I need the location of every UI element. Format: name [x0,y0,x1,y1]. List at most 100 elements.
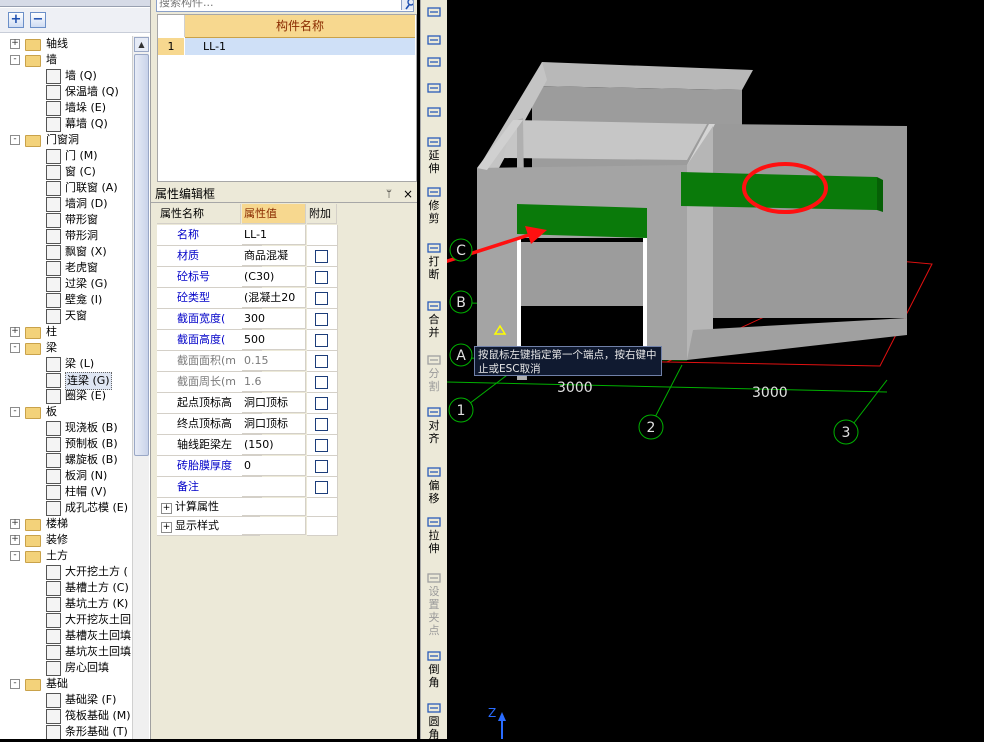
toolbar-button-label: 偏移 [428,479,440,505]
expand-icon[interactable]: + [161,503,172,514]
property-value[interactable]: (混凝土20 [242,288,306,308]
property-value[interactable]: 1.6 [242,372,306,392]
collapse-icon[interactable]: - [10,343,20,353]
property-value[interactable]: 0.15 [242,351,306,371]
extra-checkbox[interactable] [315,481,328,494]
expand-icon[interactable]: + [161,522,172,533]
property-row[interactable]: 截面面积(m 0.15 [157,351,338,372]
expand-icon[interactable]: + [10,327,20,337]
extra-checkbox[interactable] [315,439,328,452]
axis-bubble-c[interactable]: C [449,238,473,262]
toolbar-button-move[interactable] [423,82,445,95]
toolbar-button-label: 倒角 [428,663,440,689]
component-tree-panel: + − + 轴线 - 墙墙 (Q) 保温墙 (Q) 墙垛 (E) 幕墙 (Q) - 门窗洞门 (… [0,0,151,739]
toolbar-button-merge[interactable]: 合并 [423,300,445,339]
property-value[interactable]: 商品混凝 [242,246,306,266]
collapse-icon[interactable]: - [10,551,20,561]
toolbar-button-chamfer[interactable]: 倒角 [423,650,445,689]
property-value[interactable]: 洞口顶标 [242,393,306,413]
axis-bubble-b[interactable]: B [449,290,473,314]
axis-bubble-1[interactable]: 1 [448,397,474,423]
axis-bubble-2[interactable]: 2 [638,414,664,440]
toolbar-button-fillet[interactable]: 圆角 [423,702,445,741]
collapse-icon[interactable]: - [10,407,20,417]
extra-checkbox[interactable] [315,376,328,389]
property-row[interactable]: 截面宽度(300 [157,309,338,330]
connecting-beam-right[interactable] [681,172,877,210]
toolbar-button-mirror[interactable] [423,56,445,69]
property-value[interactable]: (150) [242,435,306,455]
tree-scrollbar[interactable]: ▲ [132,36,149,739]
toolbar-button-align[interactable]: 对齐 [423,406,445,445]
component-type-icon [46,485,61,500]
extra-checkbox[interactable] [315,334,328,347]
property-value[interactable]: 0 [242,456,306,476]
tree-item-label: 装修 [46,533,68,546]
expand-icon[interactable]: + [10,535,20,545]
tree-item-label: 老虎窗 [65,261,98,274]
property-row[interactable]: 砼类型 (混凝土20 [157,288,338,309]
toolbar-button-stretch[interactable]: 拉伸 [423,516,445,555]
property-row[interactable]: 终点顶标高 洞口顶标 [157,414,338,435]
extra-checkbox[interactable] [315,313,328,326]
property-row[interactable]: 截面高度(500 [157,330,338,351]
extra-checkbox[interactable] [315,418,328,431]
property-row[interactable]: 起点顶标高 洞口顶标 [157,393,338,414]
add-button[interactable]: + [8,12,24,28]
property-row[interactable]: 轴线距梁左 (150) [157,435,338,456]
property-group-row[interactable]: + 显示样式 [157,517,338,536]
remove-button[interactable]: − [30,12,46,28]
property-row[interactable]: 砼标号 (C30) [157,267,338,288]
toolbar-button-offset[interactable]: 偏移 [423,466,445,505]
toolbar-button-rotate[interactable] [423,106,445,119]
collapse-icon[interactable]: - [10,135,20,145]
toolbar-button-pen[interactable] [423,6,445,19]
property-value[interactable]: 300 [242,309,306,329]
expand-icon[interactable]: + [10,39,20,49]
property-row[interactable]: 材质 商品混凝 [157,246,338,267]
toolbar-button-grip[interactable]: 设置夹点 [423,572,445,637]
axis-bubble-a[interactable]: A [449,343,473,367]
expand-icon[interactable]: + [10,519,20,529]
property-row[interactable]: 砖胎膜厚度 0 [157,456,338,477]
tree-item-label: 基础 [46,677,68,690]
property-value[interactable]: 洞口顶标 [242,414,306,434]
scroll-up-arrow-icon[interactable]: ▲ [134,37,149,52]
toolbar-button-trim[interactable]: 修剪 [423,186,445,225]
component-type-icon [46,693,61,708]
extra-checkbox[interactable] [315,292,328,305]
axis-bubble-3[interactable]: 3 [833,419,859,445]
extra-checkbox[interactable] [315,250,328,263]
component-name-header: 构件名称 [185,15,415,38]
property-value[interactable]: (C30) [242,267,306,287]
toolbar-button-extend[interactable]: 延伸 [423,136,445,175]
component-row[interactable]: LL-1 [185,38,415,55]
property-row[interactable]: 截面周长(m 1.6 [157,372,338,393]
extra-checkbox[interactable] [315,271,328,284]
tree-item-label: 预制板 (B) [65,437,118,450]
collapse-icon[interactable]: - [10,55,20,65]
property-row[interactable]: 备注 [157,477,338,498]
toolbar-button-scissor[interactable] [423,34,445,47]
edit-toolbar: 延伸修剪打断合并分割对齐偏移拉伸设置夹点倒角圆角 [420,0,448,741]
property-value[interactable]: LL-1 [242,225,306,245]
property-value[interactable]: 500 [242,330,306,350]
search-icon[interactable] [401,0,413,10]
property-value[interactable] [242,477,306,497]
scrollbar-thumb[interactable] [134,54,149,456]
extra-checkbox[interactable] [315,355,328,368]
property-row[interactable]: 名称 LL-1 [157,225,338,246]
close-icon[interactable]: × [403,186,413,202]
toolbar-button-break[interactable]: 打断 [423,242,445,281]
tree-item-label: 过梁 (G) [65,277,108,290]
search-input[interactable] [159,0,389,10]
extra-checkbox[interactable] [315,397,328,410]
property-group-row[interactable]: + 计算属性 [157,498,338,517]
tree-item-label: 基础梁 (F) [65,693,117,706]
toolbar-button-split[interactable]: 分割 [423,354,445,393]
pin-icon[interactable]: ᛘ [386,187,392,203]
tree-item-label: 天窗 [65,309,87,322]
collapse-icon[interactable]: - [10,679,20,689]
svg-text:2: 2 [647,420,656,436]
extra-checkbox[interactable] [315,460,328,473]
